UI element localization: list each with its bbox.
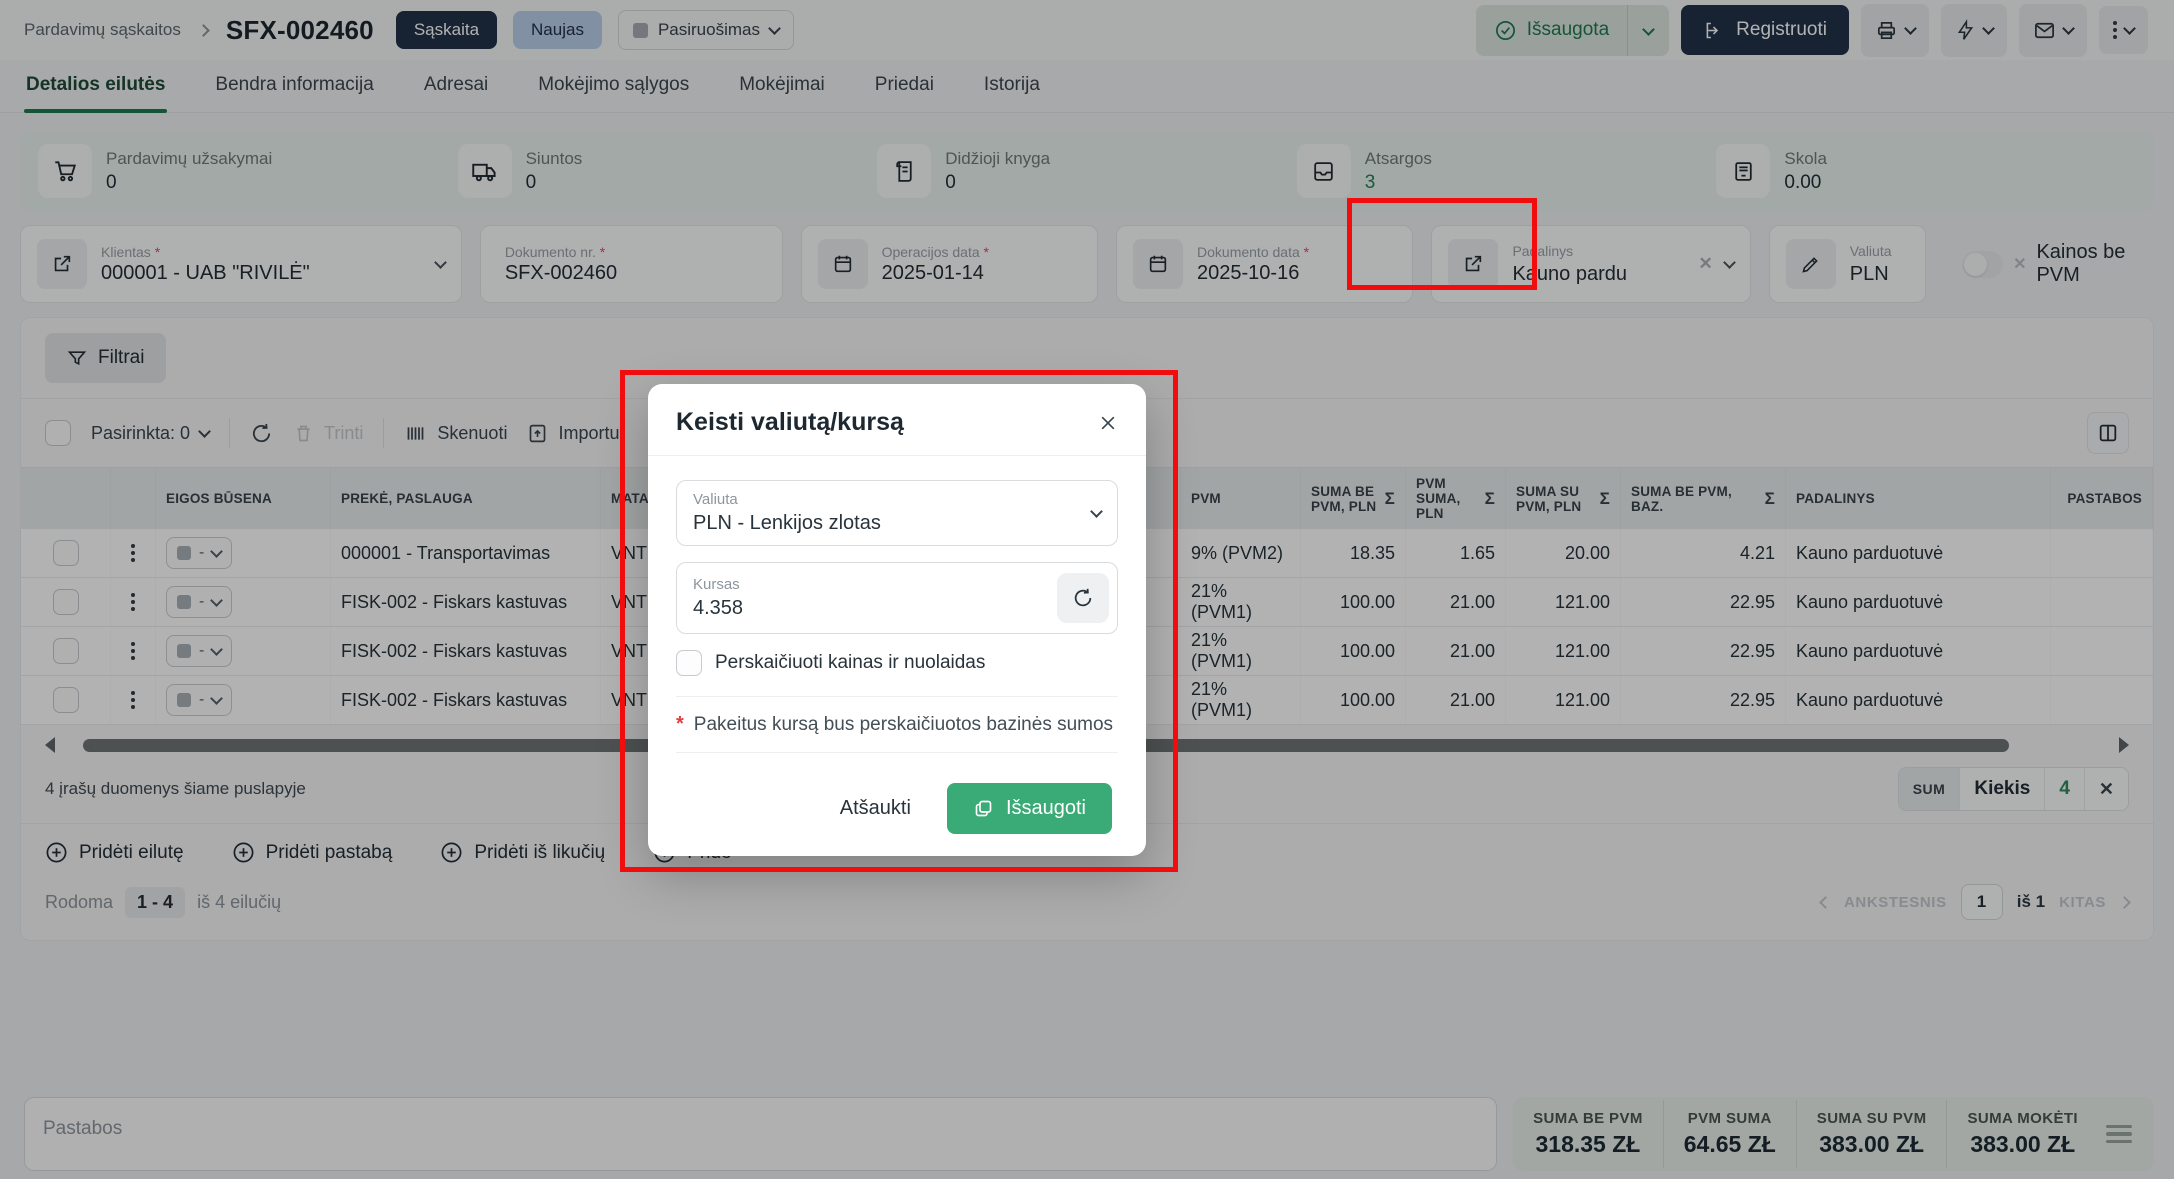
modal-note-text: Pakeitus kursą bus perskaičiuotos bazinė… [694,714,1113,736]
asterisk-icon: * [676,713,684,736]
rate-refresh-button[interactable] [1057,573,1109,623]
modal-currency-value: PLN - Lenkijos zlotas [693,512,1092,535]
close-button[interactable] [1098,413,1118,433]
refresh-icon [1072,587,1094,609]
save-button-label: Išsaugoti [1006,797,1086,820]
modal-currency-label: Valiuta [693,491,1092,508]
modal-rate-field[interactable]: Kursas [676,562,1118,634]
recalc-checkbox-label: Perskaičiuoti kainas ir nuolaidas [715,652,985,674]
cancel-button[interactable]: Atšaukti [834,787,917,830]
copy-icon [973,798,994,819]
save-button[interactable]: Išsaugoti [947,783,1112,834]
recalc-checkbox[interactable] [676,650,702,676]
modal-title: Keisti valiutą/kursą [676,408,904,437]
change-currency-modal: Keisti valiutą/kursą Valiuta PLN - Lenki… [648,384,1146,856]
modal-currency-select[interactable]: Valiuta PLN - Lenkijos zlotas [676,480,1118,546]
close-icon [1098,413,1118,433]
modal-note: * Pakeitus kursą bus perskaičiuotos bazi… [648,697,1146,752]
recalc-checkbox-row[interactable]: Perskaičiuoti kainas ir nuolaidas [676,650,1118,676]
modal-rate-label: Kursas [693,576,1057,593]
modal-rate-input[interactable] [693,597,1057,620]
chevron-down-icon [1090,505,1103,518]
